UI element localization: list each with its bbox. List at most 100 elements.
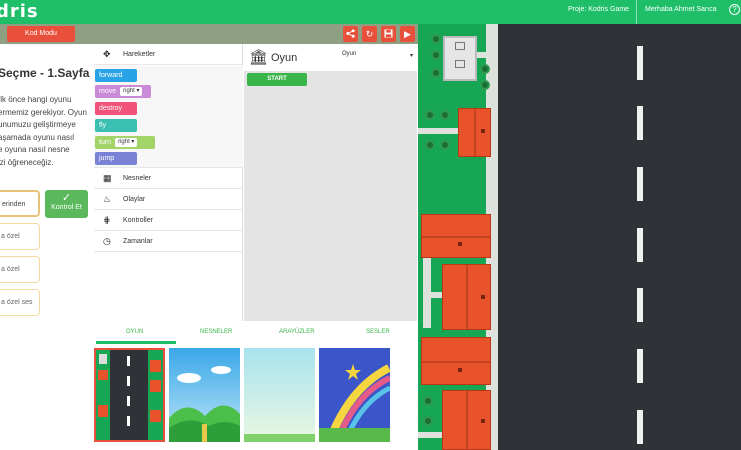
help-icon[interactable]: ? [729, 4, 740, 15]
category-label: Nesneler [123, 175, 152, 182]
lane-marking [637, 46, 643, 80]
tree [431, 34, 441, 44]
thumbnail-sky[interactable] [244, 348, 315, 442]
lesson-line: Ilk önce hangi oyunu [0, 95, 72, 104]
lesson-line: aşamada oyunu nasıl [0, 132, 75, 142]
road [498, 24, 741, 450]
category-controls[interactable]: ⋕ Kontroller [94, 210, 243, 231]
block-label: jump [99, 155, 115, 162]
save-icon[interactable] [381, 26, 396, 42]
building [443, 36, 477, 81]
lane-marking [637, 228, 643, 262]
block-fly[interactable]: fly [95, 119, 137, 132]
tab-objects[interactable]: NESNELER [200, 329, 232, 335]
bank-icon: 🏛 [249, 49, 269, 66]
lane-marking [637, 288, 643, 322]
check-button-label: Kontrol Et [51, 204, 82, 211]
tree [423, 396, 433, 406]
lesson-text: Ilk önce hangi oyunu ermemiz gerekiyor. … [0, 94, 98, 169]
tree [440, 110, 450, 120]
game-stage[interactable] [418, 24, 741, 450]
thumbnail-candy[interactable] [319, 348, 390, 442]
lesson-line: e oyuna nasıl nesne [0, 145, 70, 154]
lesson-panel: Seçme - 1.Sayfa Ilk önce hangi oyunu erm… [0, 44, 94, 450]
lane-marking [637, 167, 643, 201]
lesson-line: ermemiz gerekiyor. Oyun [0, 107, 87, 117]
play-icon[interactable]: ▶ [400, 26, 415, 42]
house [458, 108, 491, 157]
block-label: destroy [99, 105, 122, 112]
app-logo[interactable]: dris [0, 1, 39, 22]
lane-marking [637, 106, 643, 140]
block-destroy[interactable]: destroy [95, 102, 137, 115]
dropdown-value: right [118, 139, 130, 145]
check-icon: ✓ [61, 192, 72, 204]
block-forward[interactable]: forward [95, 69, 137, 82]
house [442, 390, 491, 450]
direction-dropdown[interactable]: right ▾ [115, 138, 138, 147]
start-block[interactable]: START [247, 73, 307, 86]
block-label: turn [99, 139, 112, 146]
chevron-down-icon[interactable]: ▾ [410, 52, 413, 59]
code-mode-button[interactable]: Kod Modu [7, 26, 75, 42]
thumbnail-forest[interactable] [169, 348, 240, 442]
category-label: Zamanlar [123, 238, 153, 245]
asset-tabs: OYUN NESNELER ARAYÜZLER SESLER [94, 321, 417, 345]
code-workspace[interactable]: 🏛 Oyun Oyun ▾ START [244, 44, 417, 321]
walkway [477, 52, 486, 58]
tab-sounds[interactable]: SESLER [366, 329, 390, 335]
category-label: Hareketler [123, 51, 156, 58]
answer-option[interactable]: a özel [0, 223, 40, 250]
house [421, 337, 491, 385]
lesson-title: Seçme - 1.Sayfa [0, 66, 90, 80]
lane-marking [637, 410, 643, 444]
walkway [418, 128, 458, 134]
clock-icon: ◷ [103, 236, 111, 246]
lesson-line: unumuzu geliştirmeye [0, 120, 76, 129]
answer-option[interactable]: erinden [0, 190, 40, 217]
answer-option[interactable]: a özel [0, 256, 40, 283]
direction-dropdown[interactable]: right ▾ [120, 87, 143, 96]
tree [480, 64, 490, 74]
category-timers[interactable]: ◷ Zamanlar [94, 231, 243, 252]
house [421, 214, 491, 258]
lesson-line: izi öğreneceğiz. [0, 157, 54, 167]
grid-icon: ▦ [103, 173, 112, 183]
check-button[interactable]: ✓ Kontrol Et [45, 190, 88, 218]
share-icon[interactable] [343, 26, 358, 42]
category-events[interactable]: ♨ Olaylar [94, 189, 243, 210]
lane-marking [637, 349, 643, 383]
block-label: fly [99, 122, 106, 129]
object-selector[interactable]: Oyun [342, 51, 356, 57]
block-turn[interactable]: turn right ▾ [95, 136, 155, 149]
tree [431, 68, 441, 78]
house [442, 264, 491, 330]
workspace-header: 🏛 Oyun Oyun ▾ [244, 44, 417, 71]
tree [425, 110, 435, 120]
tree [423, 416, 433, 426]
workspace-title: Oyun [271, 52, 298, 64]
thumbnail-road[interactable] [94, 348, 165, 442]
walkway [418, 432, 442, 438]
sliders-icon: ⋕ [103, 215, 111, 225]
tree [480, 80, 490, 90]
answer-option[interactable]: a özel ses [0, 289, 40, 316]
editor-toolbar: Kod Modu ↻ ▶ [0, 24, 418, 44]
walkway [423, 292, 442, 298]
active-tab-indicator [96, 341, 176, 344]
top-bar: dris Proje: Kodris Game Merhaba Ahmet Sa… [0, 0, 741, 24]
block-palette: ✥ Hareketler forward move right ▾ destroy… [94, 44, 243, 321]
category-label: Kontroller [123, 217, 153, 224]
tab-interfaces[interactable]: ARAYÜZLER [279, 329, 315, 335]
user-greeting[interactable]: Merhaba Ahmet Sarıca [645, 6, 717, 13]
movement-blocks: forward move right ▾ destroy fly turn righ… [94, 66, 243, 168]
block-move[interactable]: move right ▾ [95, 85, 151, 98]
project-name[interactable]: Proje: Kodris Game [568, 6, 629, 13]
tree [425, 140, 435, 150]
block-jump[interactable]: jump [95, 152, 137, 165]
reset-icon[interactable]: ↻ [362, 26, 377, 42]
fire-icon: ♨ [103, 194, 112, 204]
category-objects[interactable]: ▦ Nesneler [94, 168, 243, 189]
tab-game[interactable]: OYUN [126, 329, 143, 335]
category-movement[interactable]: ✥ Hareketler [94, 44, 243, 65]
